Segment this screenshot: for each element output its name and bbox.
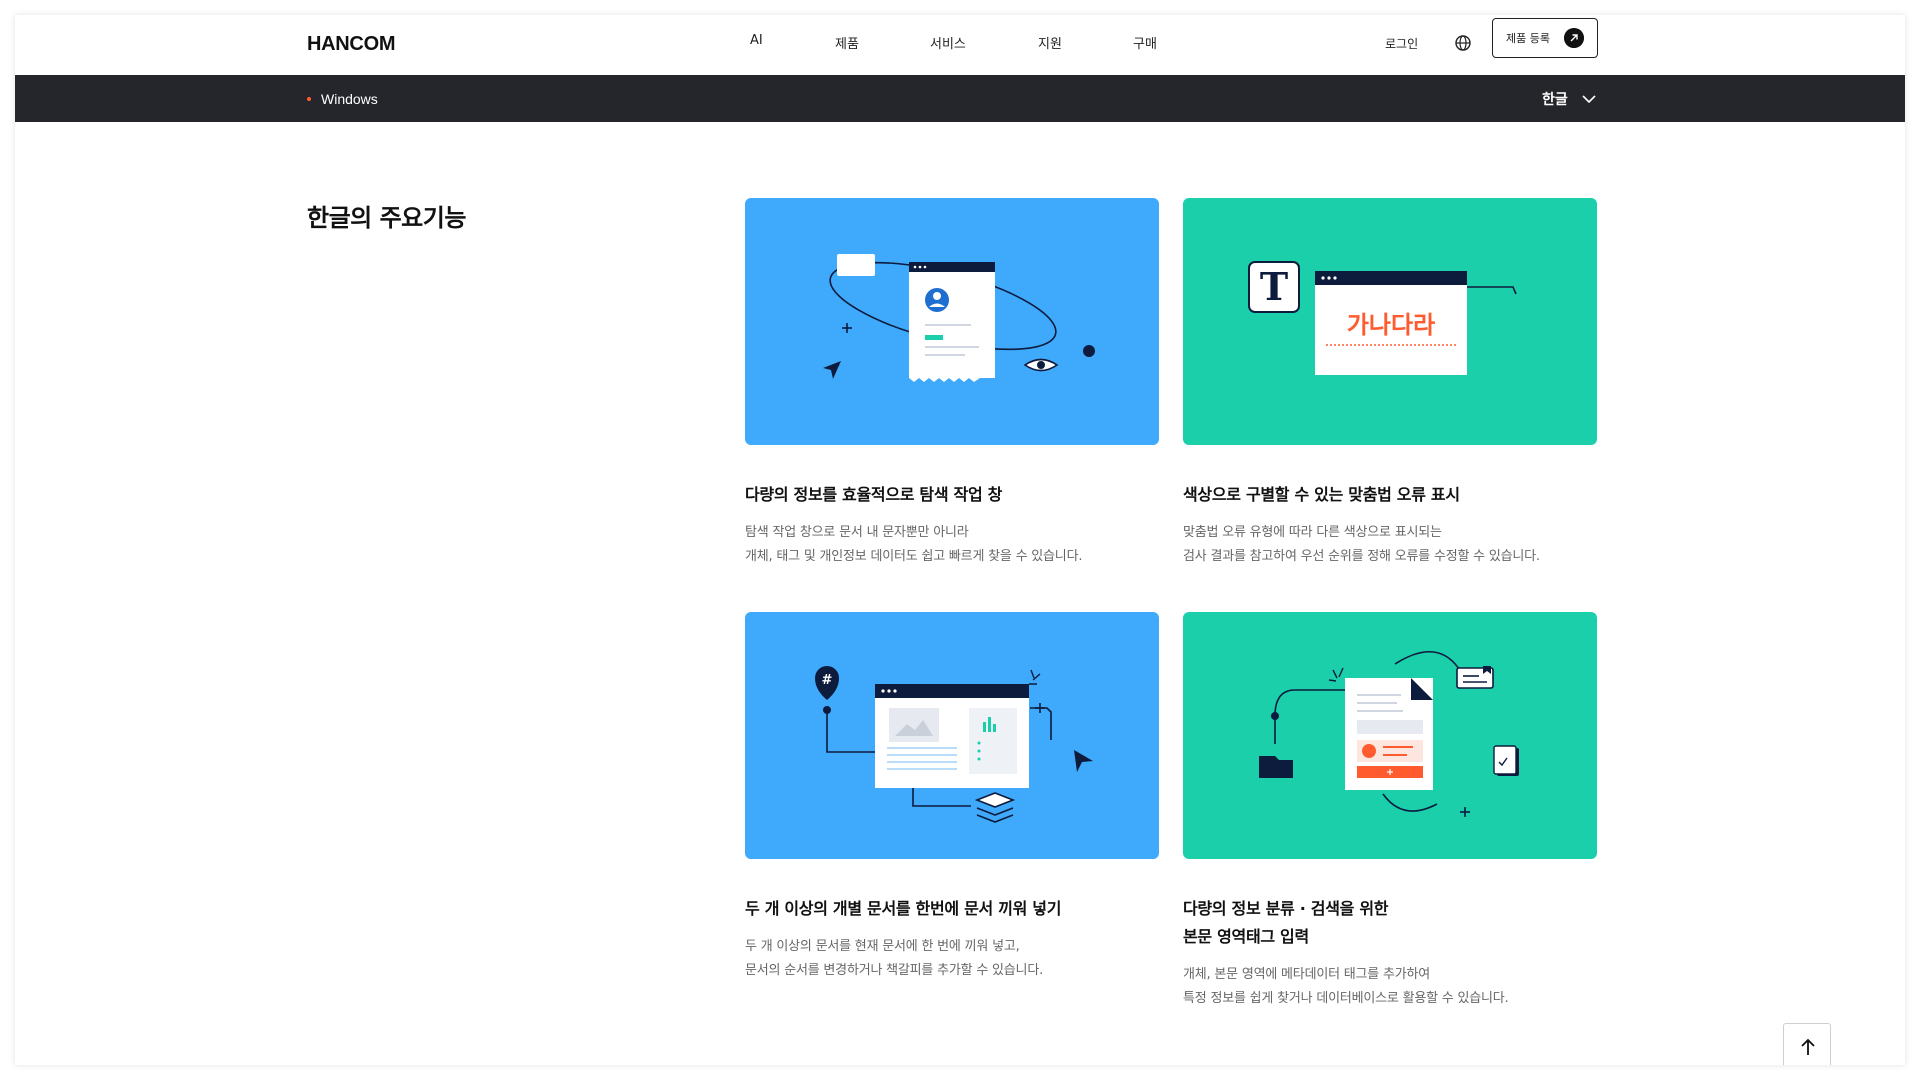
feature-card-spellcheck: T 가나다라 색상으로 구별할 수 있는 맞춤법 오류 표시 맞춤법 오류 유형… [1183, 198, 1597, 569]
navigation-pane-illustration [745, 198, 1159, 445]
description-line: 문서의 순서를 변경하거나 책갈피를 추가할 수 있습니다. [745, 963, 1044, 978]
product-select-value: 한글 [1542, 92, 1568, 108]
register-product-label: 제품 등록 [1506, 32, 1550, 45]
description-line: 맞춤법 오류 유형에 따라 다른 색상으로 표시되는 [1183, 525, 1442, 540]
section-title: 한글의 주요기능 [307, 204, 466, 232]
illus-korean-text: 가나다라 [1347, 311, 1435, 339]
login-link[interactable]: 로그인 [1385, 35, 1418, 52]
feature-card-insert-documents: # 두 개 이상의 개별 문서를 한번에 문서 끼워 넣기 두 개 이상의 문서… [745, 612, 1159, 983]
chevron-down-icon [1582, 95, 1596, 104]
hash-tag-icon: # [822, 673, 833, 688]
platform-label: Windows [321, 91, 378, 107]
globe-icon[interactable] [1454, 34, 1472, 52]
description-line: 특정 정보를 쉽게 찾거나 데이터베이스로 활용할 수 있습니다. [1183, 991, 1509, 1006]
accent-dot [307, 97, 311, 101]
feature-card-description: 맞춤법 오류 유형에 따라 다른 색상으로 표시되는 검사 결과를 참고하여 우… [1183, 521, 1597, 569]
description-line: 개체, 태그 및 개인정보 데이터도 쉽고 빠르게 찾을 수 있습니다. [745, 549, 1083, 564]
description-line: 개체, 본문 영역에 메타데이터 태그를 추가하여 [1183, 967, 1431, 982]
illus-letter-t: T [1260, 264, 1288, 309]
feature-card-title: 색상으로 구별할 수 있는 맞춤법 오류 표시 [1183, 485, 1460, 504]
product-select[interactable]: 한글 [1542, 88, 1596, 110]
feature-card-navigation-pane: 다량의 정보를 효율적으로 탐색 작업 창 탐색 작업 창으로 문서 내 문자뿐… [745, 198, 1159, 569]
nav-item-support[interactable]: 지원 [1038, 33, 1062, 52]
feature-card-title: 다량의 정보 분류 · 검색을 위한 본문 영역태그 입력 [1183, 895, 1597, 951]
nav-item-services[interactable]: 서비스 [930, 33, 966, 52]
register-product-button[interactable]: 제품 등록 [1492, 18, 1598, 58]
scroll-to-top-button[interactable] [1783, 1023, 1831, 1065]
insert-documents-illustration: # [745, 612, 1159, 859]
nav-item-products[interactable]: 제품 [835, 33, 859, 52]
title-line: 본문 영역태그 입력 [1183, 927, 1309, 946]
description-line: 탐색 작업 창으로 문서 내 문자뿐만 아니라 [745, 525, 969, 540]
arrow-up-icon [1801, 1038, 1815, 1055]
feature-card-title: 두 개 이상의 개별 문서를 한번에 문서 끼워 넣기 [745, 899, 1062, 918]
feature-card-description: 탐색 작업 창으로 문서 내 문자뿐만 아니라 개체, 태그 및 개인정보 데이… [745, 521, 1159, 569]
title-line: 다량의 정보 분류 · 검색을 위한 [1183, 899, 1389, 918]
description-line: 검사 결과를 참고하여 우선 순위를 정해 오류를 수정할 수 있습니다. [1183, 549, 1540, 564]
feature-card-description: 개체, 본문 영역에 메타데이터 태그를 추가하여 특정 정보를 쉽게 찾거나 … [1183, 963, 1597, 1011]
description-line: 두 개 이상의 문서를 현재 문서에 한 번에 끼워 넣고, [745, 939, 1020, 954]
feature-card-description: 두 개 이상의 문서를 현재 문서에 한 번에 끼워 넣고, 문서의 순서를 변… [745, 935, 1159, 983]
feature-card-title: 다량의 정보를 효율적으로 탐색 작업 창 [745, 485, 1003, 504]
arrow-up-right-icon [1564, 28, 1584, 48]
feature-card-body-tags: 다량의 정보 분류 · 검색을 위한 본문 영역태그 입력 개체, 본문 영역에… [1183, 612, 1597, 1011]
top-header: HANCOM AI 제품 서비스 지원 구매 로그인 제품 등록 [15, 15, 1905, 75]
nav-item-ai[interactable]: AI [750, 33, 763, 48]
body-tags-illustration [1183, 612, 1597, 859]
browser-page: HANCOM AI 제품 서비스 지원 구매 로그인 제품 등록 Windows… [15, 15, 1905, 1065]
spellcheck-illustration: T 가나다라 [1183, 198, 1597, 445]
product-subbar: Windows 한글 [15, 75, 1905, 122]
nav-item-purchase[interactable]: 구매 [1133, 33, 1157, 52]
main-nav: AI 제품 서비스 지원 구매 [15, 33, 1905, 57]
